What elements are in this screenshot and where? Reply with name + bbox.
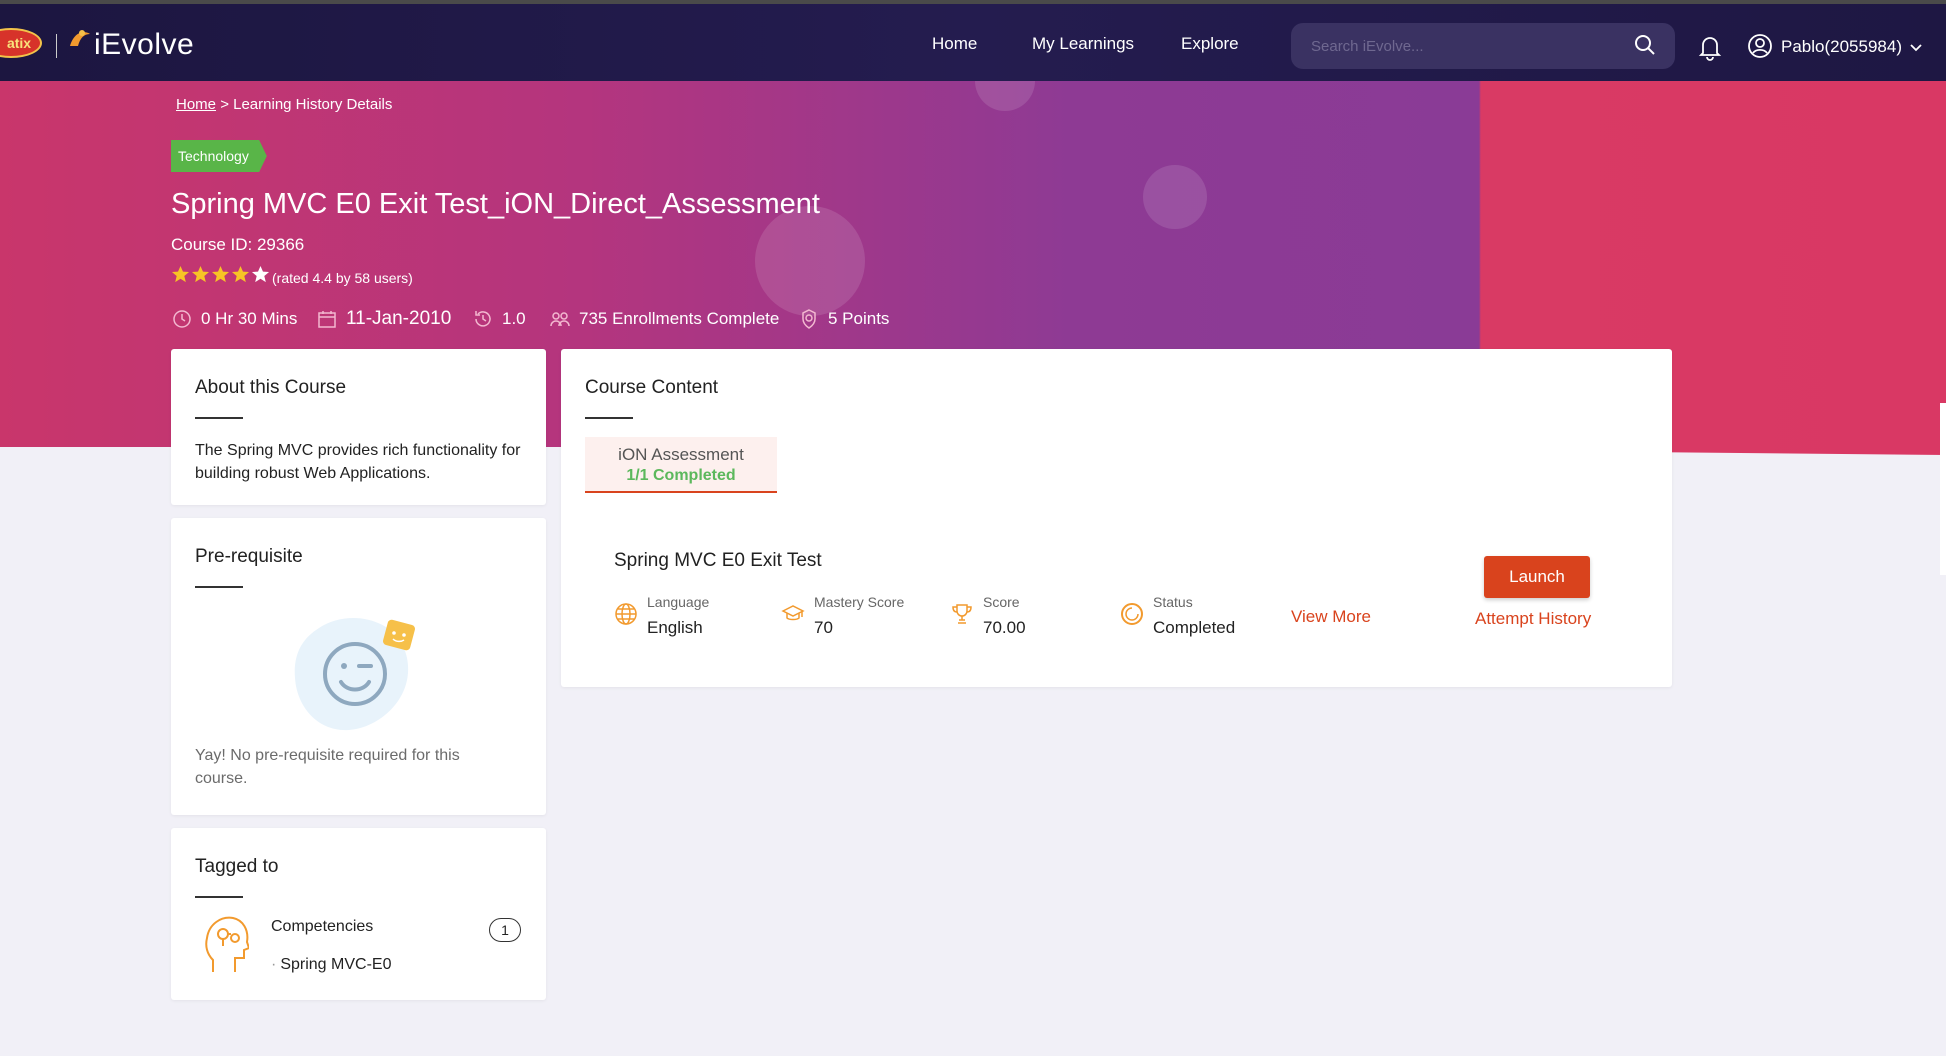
competencies-label: Competencies [271,918,374,935]
graduation-cap-icon [781,605,805,621]
chevron-down-icon[interactable] [1908,39,1924,55]
title-underline [195,417,243,419]
trophy-icon [952,604,972,624]
about-title: About this Course [195,377,347,398]
code-window-decoration-icon [975,81,1035,111]
version-history-icon [475,311,491,327]
score-label: Score [983,594,1020,610]
status-value: Completed [1153,618,1236,637]
enrollments-meta: 735 Enrollments Complete [549,308,779,330]
bullet-dot: · [271,956,277,973]
tagged-to-card: Tagged to Competencies 1 · Spring MVC-E0 [171,828,546,1000]
users-group-icon [550,312,570,327]
launch-button[interactable]: Launch [1484,556,1590,598]
breadcrumb: Home > Learning History Details [176,96,392,113]
breadcrumb-home-link[interactable]: Home [176,96,216,113]
category-tag: Technology [171,140,267,172]
date-meta: 11-Jan-2010 [316,308,451,330]
mastery-score-label: Mastery Score [814,594,905,610]
points-meta: 5 Points [798,308,889,330]
points-text: 5 Points [828,309,890,328]
nav-my-learnings[interactable]: My Learnings [1032,34,1134,54]
prerequisite-title: Pre-requisite [195,546,303,567]
language-value: English [647,618,703,637]
ievolve-logo-icon [70,30,90,46]
code-window-decoration-icon [1143,165,1207,229]
duration-meta: 0 Hr 30 Mins [171,308,297,330]
enrollments-text: 735 Enrollments Complete [579,309,780,328]
title-underline [195,586,243,588]
brain-head-icon [205,916,249,972]
progress-circle-icon [1121,603,1143,625]
breadcrumb-current: Learning History Details [233,96,393,113]
version-text: 1.0 [502,309,526,328]
score-value: 70.00 [983,618,1026,637]
smiley-illustration-icon [294,618,415,731]
breadcrumb-separator: > [220,96,229,113]
search-input[interactable] [1291,23,1675,69]
top-nav-bar: atix iEvolve Home My Learnings Explore P… [0,0,1946,81]
rating-stars [171,265,270,284]
course-content-title: Course Content [585,377,719,398]
about-course-card: About this Course The Spring MVC provide… [171,349,546,505]
date-text: 11-Jan-2010 [346,308,452,329]
search-icon[interactable] [1633,33,1657,57]
mastery-score-value: 70 [814,618,833,637]
course-id: Course ID: 29366 [171,235,305,254]
course-title: Spring MVC E0 Exit Test_iON_Direct_Asses… [171,188,820,220]
side-panel-edge [1940,403,1946,575]
user-name[interactable]: Pablo(2055984) [1781,37,1902,57]
competency-item[interactable]: · Spring MVC-E0 [271,956,391,974]
calendar-icon [318,311,336,328]
course-content-card: Course Content iON Assessment 1/1 Comple… [561,349,1672,687]
prerequisite-text: Yay! No pre-requisite required for this … [195,747,460,787]
tab-ion-assessment[interactable]: iON Assessment 1/1 Completed [585,437,777,493]
attempt-history-link[interactable]: Attempt History [1475,609,1591,629]
tab-label: iON Assessment [618,445,744,464]
company-logo[interactable]: atix [0,28,42,58]
duration-text: 0 Hr 30 Mins [201,309,298,328]
language-label: Language [647,594,710,610]
globe-icon [615,603,637,625]
brand-name[interactable]: iEvolve [94,28,194,62]
star-filled-icon [171,265,190,283]
user-avatar-icon[interactable] [1747,33,1773,59]
star-filled-icon [191,265,210,283]
prerequisite-card: Pre-requisite Yay! No pre-requisite requ… [171,518,546,815]
star-filled-icon [231,265,250,283]
rating-text: (rated 4.4 by 58 users) [272,270,413,286]
competencies-count-badge: 1 [489,918,521,942]
status-label: Status [1153,594,1193,610]
bell-icon[interactable] [1697,33,1723,61]
clock-icon [173,310,191,328]
version-meta: 1.0 [472,308,526,330]
nav-home[interactable]: Home [932,34,977,54]
title-underline [585,417,633,419]
about-text: The Spring MVC provides rich functionali… [195,442,521,482]
title-underline [195,896,243,898]
assessment-title: Spring MVC E0 Exit Test [614,550,822,571]
badge-icon [802,309,816,329]
brand-divider [56,34,57,58]
star-filled-icon [211,265,230,283]
nav-explore[interactable]: Explore [1181,34,1239,54]
tagged-title: Tagged to [195,856,279,877]
view-more-link[interactable]: View More [1291,607,1371,627]
tab-completion-status: 1/1 Completed [626,467,736,484]
competency-item-label: Spring MVC-E0 [280,956,392,973]
star-empty-icon [251,265,270,283]
code-window-decoration-icon [755,206,865,316]
